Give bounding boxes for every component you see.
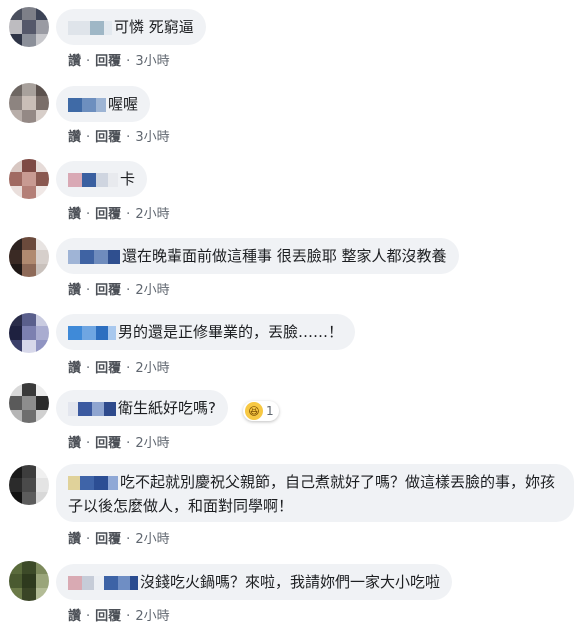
comment-item: 可憐 死窮逼 讚 · 回覆 · 3小時 (0, 0, 578, 72)
commenter-name-blurred[interactable] (68, 475, 118, 490)
separator-dot: · (126, 207, 131, 222)
comment-item: 沒錢吃火鍋嗎？來啦，我請妳們一家大小吃啦 讚 · 回覆 · 2小時 (0, 556, 578, 635)
avatar[interactable] (9, 561, 49, 601)
avatar[interactable] (9, 237, 49, 277)
separator-dot: · (126, 130, 131, 145)
reply-button[interactable]: 回覆 (95, 283, 121, 298)
separator-dot: · (86, 207, 91, 222)
separator-dot: · (86, 361, 91, 376)
like-button[interactable]: 讚 (68, 283, 81, 298)
comment-text: 還在晚輩面前做這種事 很丟臉耶 整家人都沒教養 (122, 247, 447, 265)
separator-dot: · (86, 54, 91, 69)
commenter-name-blurred[interactable] (68, 325, 116, 340)
comment-actions: 讚 · 回覆 · 3小時 (68, 126, 170, 145)
separator-dot: · (126, 609, 131, 624)
comment-bubble: 吃不起就別慶祝父親節，自己煮就好了嗎？做這樣丟臉的事，妳孩子以後怎麼做人，和面對… (56, 464, 574, 522)
comment-actions: 讚 · 回覆 · 2小時 (68, 279, 170, 298)
commenter-name-blurred[interactable] (68, 401, 116, 416)
commenter-name-blurred[interactable] (68, 172, 118, 187)
separator-dot: · (86, 436, 91, 451)
comment-bubble: 還在晚輩面前做這種事 很丟臉耶 整家人都沒教養 (56, 238, 459, 274)
comment-item: 還在晚輩面前做這種事 很丟臉耶 整家人都沒教養 讚 · 回覆 · 2小時 (0, 230, 578, 302)
reply-button[interactable]: 回覆 (95, 436, 121, 451)
separator-dot: · (126, 283, 131, 298)
separator-dot: · (126, 54, 131, 69)
comment-actions: 讚 · 回覆 · 2小時 (68, 357, 170, 376)
avatar[interactable] (9, 83, 49, 123)
comment-bubble: 男的還是正修畢業的，丟臉……！ (56, 314, 356, 350)
like-button[interactable]: 讚 (68, 361, 81, 376)
comment-bubble: 喔喔 (56, 86, 151, 122)
comment-actions: 讚 · 回覆 · 2小時 (68, 605, 170, 624)
comment-timestamp[interactable]: 3小時 (135, 130, 169, 145)
separator-dot: · (86, 283, 91, 298)
separator-dot: · (86, 532, 91, 547)
comment-item: 卡 讚 · 回覆 · 2小時 (0, 154, 578, 226)
reply-button[interactable]: 回覆 (95, 532, 121, 547)
comment-item: 男的還是正修畢業的，丟臉……！ 讚 · 回覆 · 2小時 (0, 306, 578, 378)
commenter-name-blurred[interactable] (68, 575, 138, 590)
reply-button[interactable]: 回覆 (95, 54, 121, 69)
reaction-badge[interactable]: 😆 1 (243, 401, 279, 421)
comment-item: 吃不起就別慶祝父親節，自己煮就好了嗎？做這樣丟臉的事，妳孩子以後怎麼做人，和面對… (0, 458, 578, 552)
comment-timestamp[interactable]: 2小時 (135, 207, 169, 222)
like-button[interactable]: 讚 (68, 207, 81, 222)
comment-actions: 讚 · 回覆 · 3小時 (68, 50, 170, 69)
avatar[interactable] (9, 313, 49, 353)
commenter-name-blurred[interactable] (68, 20, 112, 35)
comment-timestamp[interactable]: 2小時 (135, 361, 169, 376)
comment-text: 可憐 死窮逼 (114, 18, 194, 36)
commenter-name-blurred[interactable] (68, 249, 120, 264)
comment-text: 喔喔 (108, 95, 139, 113)
comment-bubble: 可憐 死窮逼 (56, 9, 206, 45)
comment-timestamp[interactable]: 2小時 (135, 532, 169, 547)
comment-actions: 讚 · 回覆 · 2小時 (68, 203, 170, 222)
laughing-emoji-icon: 😆 (245, 402, 263, 420)
comment-text: 沒錢吃火鍋嗎？來啦，我請妳們一家大小吃啦 (140, 573, 441, 591)
commenter-name-blurred[interactable] (68, 97, 106, 112)
separator-dot: · (86, 609, 91, 624)
separator-dot: · (126, 361, 131, 376)
comment-bubble: 衛生紙好吃嗎? (56, 390, 228, 426)
comment-text: 卡 (120, 170, 136, 188)
comment-actions: 讚 · 回覆 · 2小時 (68, 528, 170, 547)
comment-timestamp[interactable]: 2小時 (135, 609, 169, 624)
avatar[interactable] (9, 383, 49, 423)
avatar[interactable] (9, 465, 49, 505)
comment-text: 衛生紙好吃嗎? (118, 399, 216, 417)
reply-button[interactable]: 回覆 (95, 361, 121, 376)
comment-timestamp[interactable]: 2小時 (135, 436, 169, 451)
reply-button[interactable]: 回覆 (95, 130, 121, 145)
comment-timestamp[interactable]: 3小時 (135, 54, 169, 69)
like-button[interactable]: 讚 (68, 532, 81, 547)
comment-bubble: 沒錢吃火鍋嗎？來啦，我請妳們一家大小吃啦 (56, 564, 453, 600)
avatar[interactable] (9, 159, 49, 199)
comment-text: 男的還是正修畢業的，丟臉……！ (118, 323, 344, 341)
like-button[interactable]: 讚 (68, 609, 81, 624)
like-button[interactable]: 讚 (68, 54, 81, 69)
comment-text: 吃不起就別慶祝父親節，自己煮就好了嗎？做這樣丟臉的事，妳孩子以後怎麼做人，和面對… (68, 473, 556, 515)
comment-item: 衛生紙好吃嗎? 😆 1 讚 · 回覆 · 2小時 (0, 380, 578, 456)
separator-dot: · (126, 532, 131, 547)
comment-actions: 讚 · 回覆 · 2小時 (68, 432, 170, 451)
comment-bubble: 卡 (56, 161, 148, 197)
separator-dot: · (126, 436, 131, 451)
like-button[interactable]: 讚 (68, 436, 81, 451)
comment-timestamp[interactable]: 2小時 (135, 283, 169, 298)
separator-dot: · (86, 130, 91, 145)
comment-item: 喔喔 讚 · 回覆 · 3小時 (0, 78, 578, 150)
reaction-count: 1 (266, 404, 274, 418)
avatar[interactable] (9, 7, 49, 47)
reply-button[interactable]: 回覆 (95, 609, 121, 624)
reply-button[interactable]: 回覆 (95, 207, 121, 222)
like-button[interactable]: 讚 (68, 130, 81, 145)
